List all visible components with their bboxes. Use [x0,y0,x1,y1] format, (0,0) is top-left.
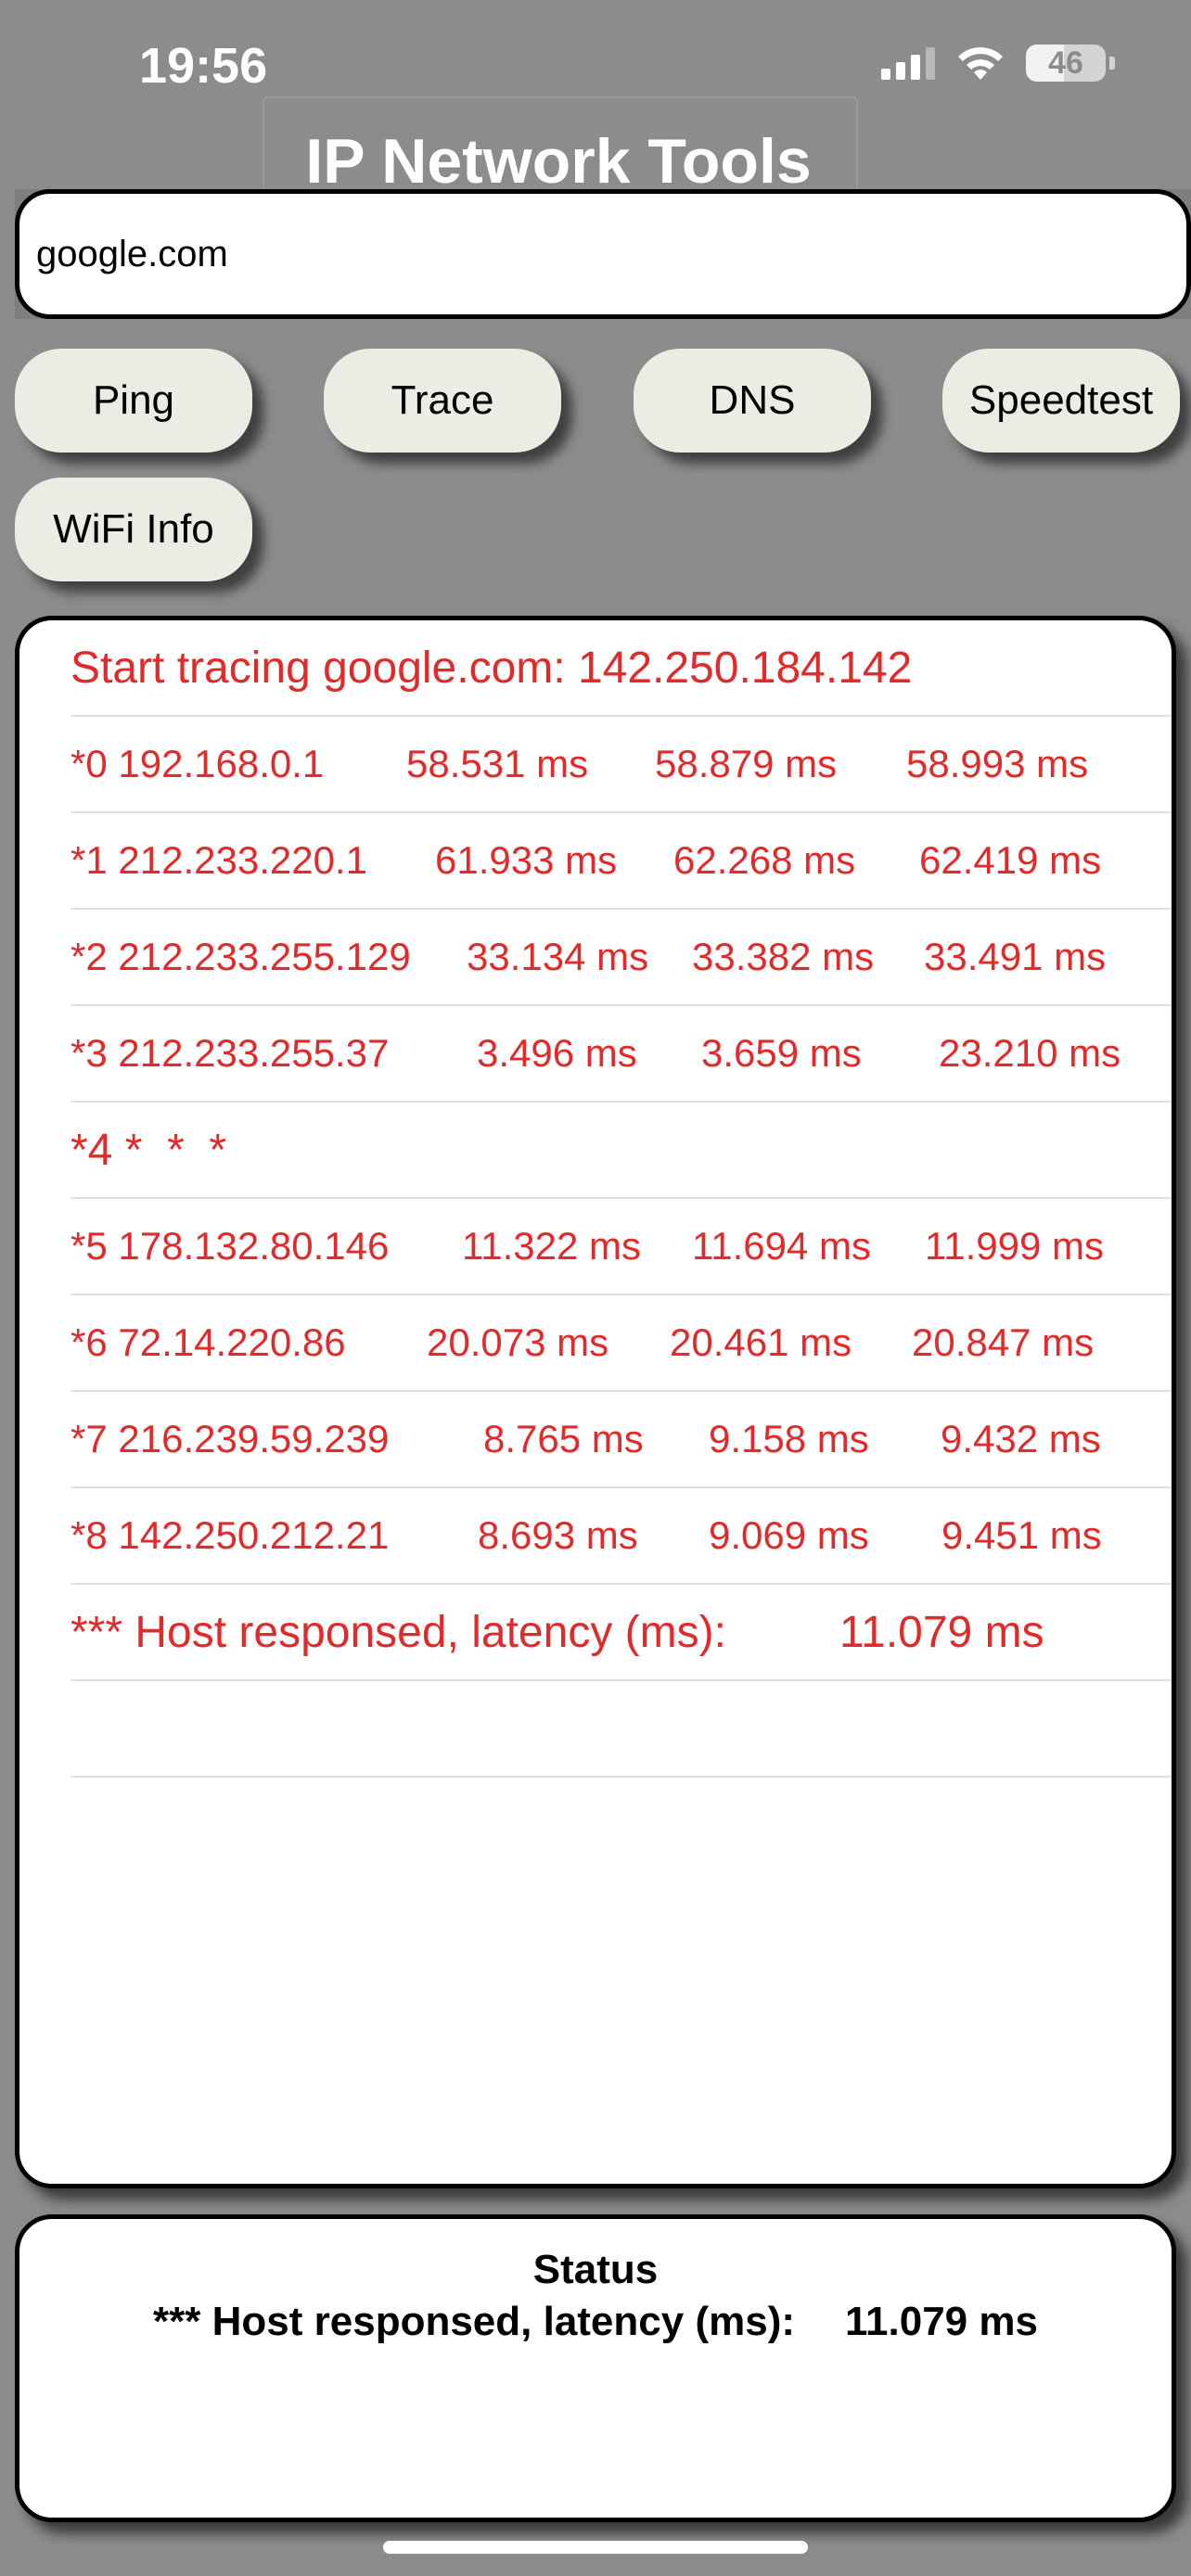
hop-address: *0 192.168.0.1 [70,742,325,785]
hop-row: *2 212.233.255.129 33.134 ms 33.382 ms 3… [70,910,1172,1006]
home-indicator[interactable] [383,2541,808,2554]
wifi-icon [958,47,1003,80]
ping-button[interactable]: Ping [15,349,252,453]
trace-result-value: 11.079 ms [839,1607,1044,1657]
status-message: *** Host responsed, latency (ms): 11.079 … [19,2299,1172,2345]
hop-time-1: 61.933 ms [435,838,618,882]
hop-time-2: 33.382 ms [692,935,875,978]
dns-button[interactable]: DNS [634,349,871,453]
hop-time-2: 9.158 ms [709,1417,869,1460]
hop-time-1: 3.496 ms [477,1031,637,1075]
hop-time-3: 20.847 ms [912,1320,1095,1364]
hop-row: *5 178.132.80.146 11.322 ms 11.694 ms 11… [70,1199,1172,1295]
trace-button[interactable]: Trace [324,349,561,453]
hop-time-3: 62.419 ms [919,838,1102,882]
hop-row: *1 212.233.220.1 61.933 ms 62.268 ms 62.… [70,813,1172,910]
status-time: 19:56 [139,38,268,94]
hop-time-1: 11.322 ms [462,1224,641,1268]
empty-row [70,1681,1172,1778]
trace-header-text: Start tracing google.com: 142.250.184.14… [70,643,913,693]
trace-result: *** Host responsed, latency (ms): 11.079… [70,1585,1172,1681]
hop-time-3: 9.451 ms [941,1513,1102,1557]
hop-address: *7 216.239.59.239 [70,1417,390,1460]
hop-row: *4 * * * [70,1103,1172,1199]
hop-time-1: 33.134 ms [467,935,649,978]
hop-time-2: 58.879 ms [655,742,838,785]
hop-address: *6 72.14.220.86 [70,1320,346,1364]
hop-address: *8 142.250.212.21 [70,1513,390,1557]
results-list: Start tracing google.com: 142.250.184.14… [70,620,1172,1778]
hop-time-2: 9.069 ms [709,1513,869,1557]
trace-header: Start tracing google.com: 142.250.184.14… [70,620,1172,717]
hop-address: *3 212.233.255.37 [70,1031,390,1075]
status-label: *** Host responsed, latency (ms): [153,2299,795,2344]
hop-time-2: 62.268 ms [673,838,856,882]
hop-address: *2 212.233.255.129 [70,935,411,978]
hop-row: *7 216.239.59.239 8.765 ms 9.158 ms 9.43… [70,1392,1172,1488]
hop-row: *6 72.14.220.86 20.073 ms 20.461 ms 20.8… [70,1295,1172,1392]
battery-level: 46 [1048,45,1083,81]
hop-time-2: 11.694 ms [692,1224,871,1268]
host-input[interactable] [15,189,1191,319]
status-icons: 46 [881,45,1115,82]
status-value: 11.079 ms [845,2299,1038,2344]
hop-time-2: 20.461 ms [670,1320,852,1364]
hop-address: *5 178.132.80.146 [70,1224,390,1268]
hop-row: *0 192.168.0.1 58.531 ms 58.879 ms 58.99… [70,717,1172,813]
hop-row: *8 142.250.212.21 8.693 ms 9.069 ms 9.45… [70,1488,1172,1585]
cellular-signal-icon [881,46,935,80]
trace-result-label: *** Host responsed, latency (ms): [70,1607,726,1657]
wifi-info-button[interactable]: WiFi Info [15,478,252,581]
hop-time-3: 58.993 ms [906,742,1089,785]
hop-row: *3 212.233.255.37 3.496 ms 3.659 ms 23.2… [70,1006,1172,1103]
app-title: IP Network Tools [305,126,812,197]
results-panel[interactable]: Start tracing google.com: 142.250.184.14… [15,616,1176,2188]
hop-time-1: 8.765 ms [483,1417,644,1460]
hop-time-3: 11.999 ms [925,1224,1104,1268]
battery-icon: 46 [1026,45,1115,82]
hop-address: *4 * * * [70,1125,227,1175]
hop-time-1: 58.531 ms [406,742,589,785]
status-title: Status [532,2247,659,2292]
hop-time-2: 3.659 ms [701,1031,862,1075]
hop-time-3: 9.432 ms [941,1417,1101,1460]
hop-time-1: 20.073 ms [427,1320,609,1364]
hop-time-1: 8.693 ms [478,1513,638,1557]
hop-time-3: 33.491 ms [924,935,1107,978]
hop-address: *1 212.233.220.1 [70,838,367,882]
hop-time-3: 23.210 ms [939,1031,1121,1075]
status-panel: Status *** Host responsed, latency (ms):… [15,2214,1176,2522]
speedtest-button[interactable]: Speedtest [942,349,1180,453]
